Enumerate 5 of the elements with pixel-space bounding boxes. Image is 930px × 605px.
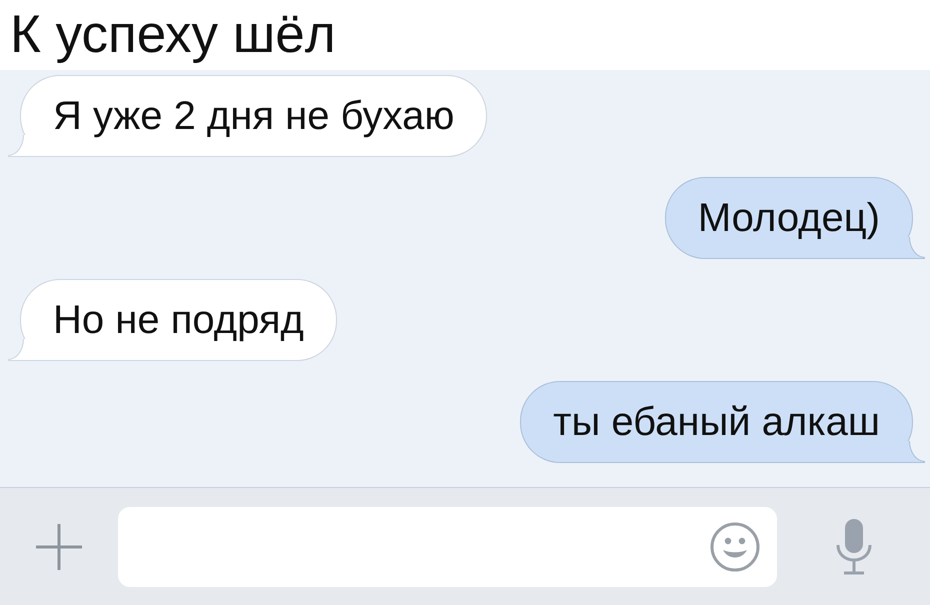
message-input[interactable] — [118, 506, 777, 586]
smiley-icon[interactable] — [710, 522, 760, 572]
chat-title: К успеху шёл — [10, 5, 336, 65]
plus-icon[interactable] — [36, 524, 82, 570]
microphone-icon[interactable] — [836, 518, 872, 574]
